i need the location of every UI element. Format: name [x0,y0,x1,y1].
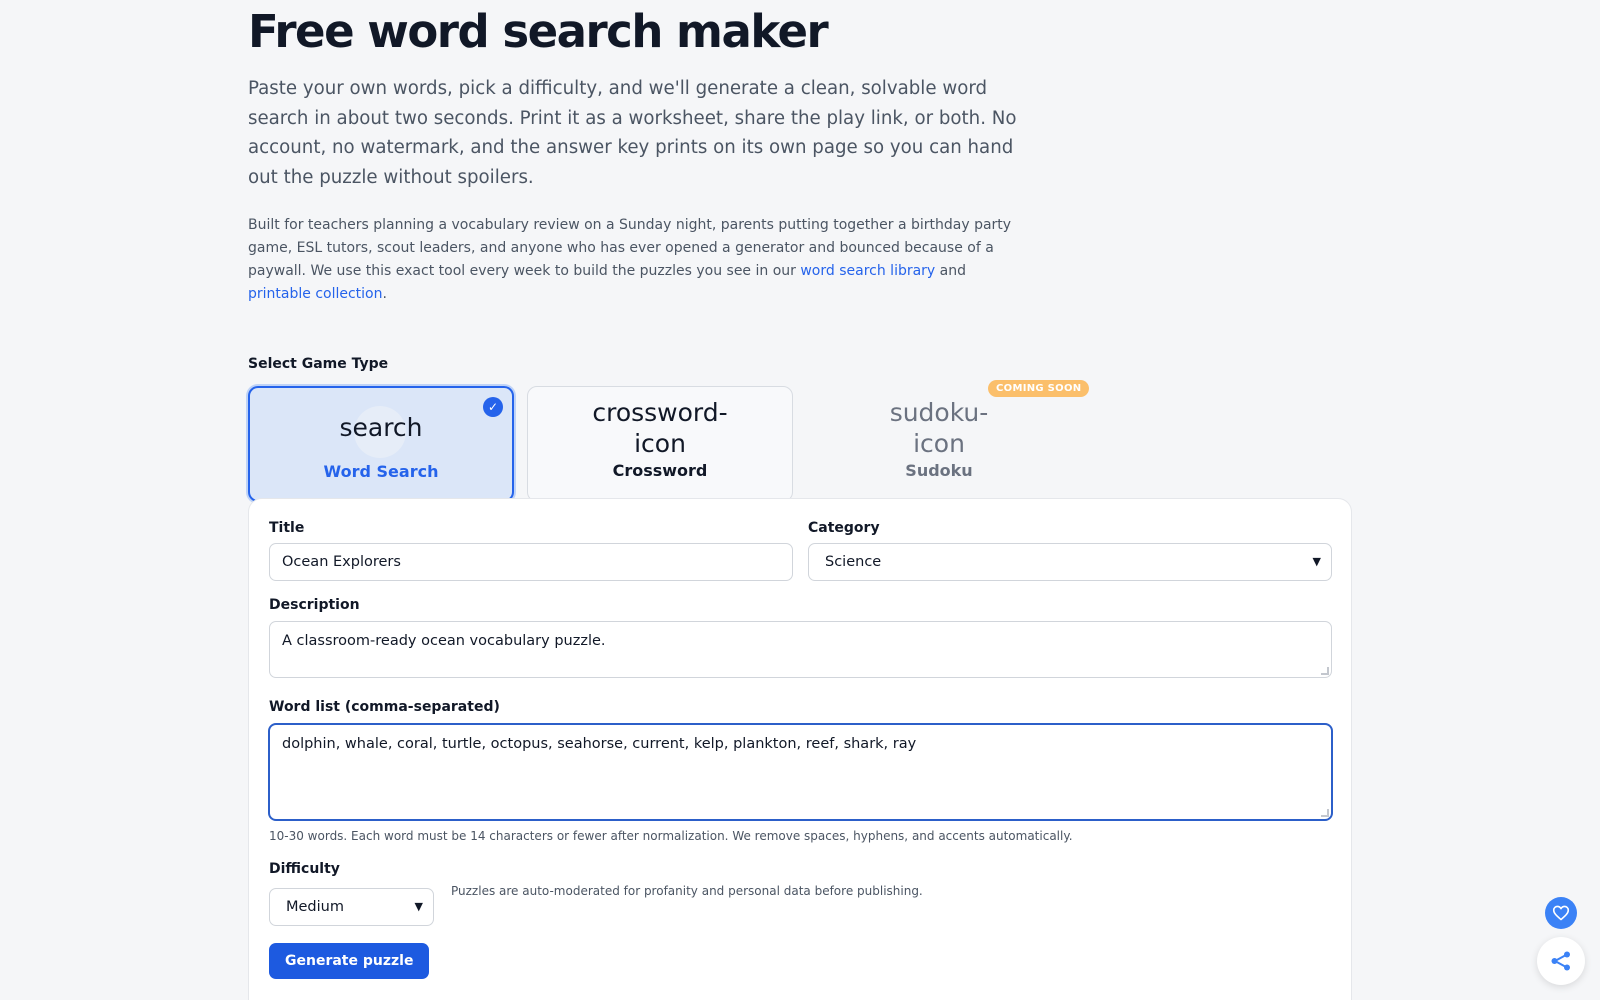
share-icon [1551,951,1570,971]
difficulty-label: Difficulty [269,861,340,877]
difficulty-value: Medium [286,899,344,915]
sub-intro-and: and [935,263,967,279]
game-card-sudoku: sudoku-icon Sudoku [806,386,1072,502]
sudoku-icon: sudoku-icon [889,398,989,458]
resize-handle-icon[interactable] [1321,667,1329,675]
word-list-label: Word list (comma-separated) [269,699,500,715]
sub-intro-end: . [382,286,387,302]
coming-soon-badge: COMING SOON [988,380,1090,397]
description-textarea[interactable]: A classroom-ready ocean vocabulary puzzl… [269,621,1332,678]
category-label: Category [808,520,880,536]
share-button[interactable] [1537,937,1585,985]
moderation-note: Puzzles are auto-moderated for profanity… [451,884,923,898]
game-card-label: Sudoku [905,461,973,480]
sub-intro-paragraph: Built for teachers planning a vocabulary… [248,214,1023,306]
game-card-word-search[interactable]: search Word Search ✓ [248,386,514,502]
check-icon: ✓ [483,397,503,417]
search-icon: search [339,413,423,442]
favorite-button[interactable] [1545,897,1577,929]
heart-icon [1552,905,1570,921]
printable-collection-link[interactable]: printable collection [248,286,382,302]
chevron-down-icon: ▼ [1312,555,1321,568]
description-value: A classroom-ready ocean vocabulary puzzl… [282,633,606,649]
title-label: Title [269,520,305,536]
title-input[interactable]: Ocean Explorers [269,543,793,581]
word-list-textarea[interactable]: dolphin, whale, coral, turtle, octopus, … [269,724,1332,820]
generate-puzzle-button[interactable]: Generate puzzle [269,943,430,979]
game-type-label: Select Game Type [248,356,389,372]
word-search-library-link[interactable]: word search library [800,263,935,279]
puzzle-form: Title Ocean Explorers Category Science ▼… [248,498,1352,1000]
category-value: Science [825,554,882,570]
word-list-value: dolphin, whale, coral, turtle, octopus, … [282,736,917,752]
chevron-down-icon: ▼ [414,900,423,913]
game-type-selector: search Word Search ✓ crossword-icon Cros… [248,380,1352,504]
game-card-label: Word Search [323,462,439,481]
game-card-crossword[interactable]: crossword-icon Crossword [527,386,793,502]
description-label: Description [269,597,360,613]
page-title: Free word search maker [248,5,829,58]
intro-paragraph: Paste your own words, pick a difficulty,… [248,78,1017,188]
difficulty-select[interactable]: Medium ▼ [269,888,434,926]
game-card-label: Crossword [612,461,708,480]
resize-handle-icon[interactable] [1321,809,1329,817]
crossword-icon: crossword-icon [592,398,728,458]
word-list-hint: 10-30 words. Each word must be 14 charac… [269,829,1073,843]
category-select[interactable]: Science ▼ [808,543,1332,581]
main-content: Free word search maker Paste your own wo… [248,0,1352,1000]
